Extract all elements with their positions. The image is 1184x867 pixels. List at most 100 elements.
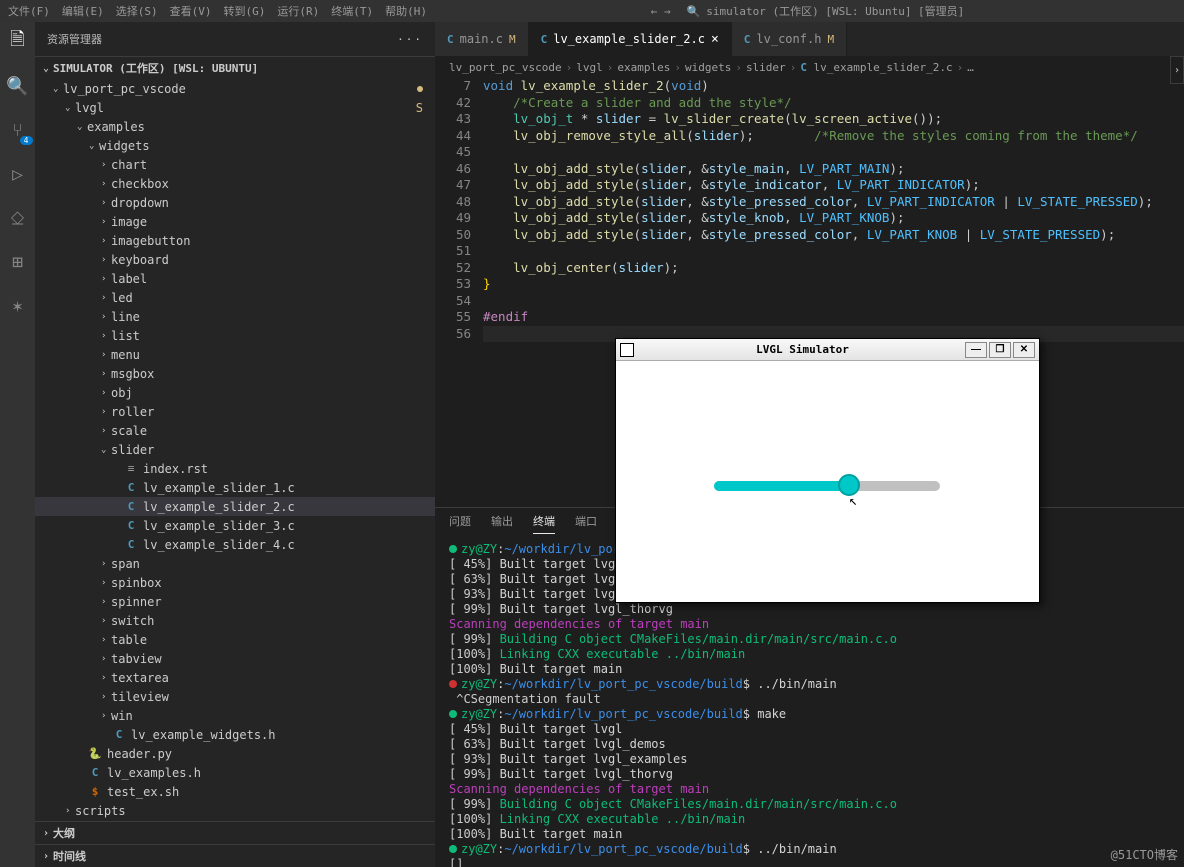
menu-item[interactable]: 查看(V) [170,5,212,18]
close-icon[interactable]: × [711,32,719,47]
tree-item[interactable]: ›keyboard [35,250,435,269]
run-debug-icon[interactable]: ▷ [6,162,30,186]
tree-label: switch [111,614,154,628]
chevron-icon: › [101,198,111,208]
tree-label: scripts [75,804,126,818]
tree-item[interactable]: Clv_example_slider_3.c [35,516,435,535]
breadcrumb-item[interactable]: slider [746,61,786,74]
tree-item[interactable]: Clv_example_widgets.h [35,725,435,744]
panel-tab[interactable]: 终端 [533,513,555,534]
tree-item[interactable]: ⌄widgets [35,136,435,155]
tree-item[interactable]: ⌄lv_port_pc_vscode [35,79,435,98]
breadcrumb[interactable]: lv_port_pc_vscode›lvgl›examples›widgets›… [435,56,1184,78]
tree-item[interactable]: ›tileview [35,687,435,706]
tree-label: keyboard [111,253,169,267]
tree-item[interactable]: ›dropdown [35,193,435,212]
menu-item[interactable]: 转到(G) [224,5,266,18]
panel-tab[interactable]: 端口 [575,513,597,533]
editor-tab[interactable]: Clv_conf.hM [732,22,847,56]
minimize-button[interactable]: — [965,342,987,358]
source-control-icon[interactable]: ⑂4 [6,118,30,142]
sidebar-section[interactable]: ⌄ SIMULATOR (工作区) [WSL: UBUNTU] [35,56,435,79]
chevron-icon: ⌄ [101,445,111,455]
sidebar-section[interactable]: ›大纲 [35,821,435,844]
maximize-button[interactable]: ❐ [989,342,1011,358]
tree-label: widgets [99,139,150,153]
testing-icon[interactable]: ✶ [6,294,30,318]
tree-item[interactable]: Clv_examples.h [35,763,435,782]
tree-item[interactable]: ›image [35,212,435,231]
terminal-line: ^CSegmentation fault [449,692,1170,707]
tree-item[interactable]: ›msgbox [35,364,435,383]
tree-item[interactable]: ≡index.rst [35,459,435,478]
tree-label: tileview [111,690,169,704]
tree-item[interactable]: $test_ex.sh [35,782,435,801]
tree-item[interactable]: ›imagebutton [35,231,435,250]
tree-item[interactable]: ›switch [35,611,435,630]
tree-item[interactable]: ›led [35,288,435,307]
menu-item[interactable]: 帮助(H) [385,5,427,18]
tree-item[interactable]: ›list [35,326,435,345]
search-icon[interactable]: 🔍 [6,74,30,98]
menu-item[interactable]: 选择(S) [116,5,158,18]
tree-item[interactable]: 🐍header.py [35,744,435,763]
simulator-window[interactable]: LVGL Simulator — ❐ ✕ ↖ [615,338,1040,603]
tree-item[interactable]: ⌄lvglS [35,98,435,117]
terminal-line: [ 99%] Built target lvgl_thorvg [449,767,1170,782]
breadcrumb-item[interactable]: C lv_example_slider_2.c [800,61,952,74]
tree-item[interactable]: ›scale [35,421,435,440]
tree-label: span [111,557,140,571]
tree-item[interactable]: ›label [35,269,435,288]
panel-tab[interactable]: 问题 [449,513,471,533]
tree-item[interactable]: ›chart [35,155,435,174]
tree-item[interactable]: ›scripts [35,801,435,820]
breadcrumb-item[interactable]: examples [617,61,670,74]
tree-item[interactable]: ›spinner [35,592,435,611]
tree-label: lvgl [75,101,104,115]
tree-item[interactable]: ›menu [35,345,435,364]
explorer-icon[interactable]: 🗎 [6,30,30,54]
breadcrumb-item[interactable]: … [967,61,974,74]
tree-item[interactable]: ›line [35,307,435,326]
tree-item[interactable]: ›textarea [35,668,435,687]
tree-item[interactable]: ›table [35,630,435,649]
tree-item[interactable]: ›tabview [35,649,435,668]
menu-item[interactable]: 文件(F) [8,5,50,18]
remote-icon[interactable]: ⎐ [6,206,30,230]
extensions-icon[interactable]: ⊞ [6,250,30,274]
tree-item[interactable]: ›span [35,554,435,573]
cursor-icon: ↖ [849,493,857,509]
editor-tab[interactable]: Clv_example_slider_2.c× [529,22,732,56]
command-center[interactable]: simulator (工作区) [WSL: Ubuntu] [管理员] [706,3,964,19]
tree-item[interactable]: ⌄examples [35,117,435,136]
menu-item[interactable]: 运行(R) [277,5,319,18]
panel-tab[interactable]: 输出 [491,513,513,533]
nav-back-forward[interactable]: ← → [651,5,671,18]
tree-item[interactable]: Clv_example_slider_1.c [35,478,435,497]
editor-tab[interactable]: Cmain.cM [435,22,529,56]
chevron-icon: › [101,692,111,702]
tree-item[interactable]: ›obj [35,383,435,402]
tree-item[interactable]: Clv_example_slider_4.c [35,535,435,554]
tree-item[interactable]: ›checkbox [35,174,435,193]
close-button[interactable]: ✕ [1013,342,1035,358]
breadcrumb-item[interactable]: lvgl [576,61,603,74]
search-icon: 🔍 [687,5,701,18]
terminal-line: zy@ZY:~/workdir/lv_port_pc_vscode/build$… [449,707,1170,722]
tree-item[interactable]: ›spinbox [35,573,435,592]
tree-label: tabview [111,652,162,666]
menu-item[interactable]: 编辑(E) [62,5,104,18]
tree-label: lv_example_slider_2.c [143,500,295,514]
terminal-line: Scanning dependencies of target main [449,617,1170,632]
expand-chevron-icon[interactable]: › [1170,56,1184,84]
tree-item[interactable]: ⌄slider [35,440,435,459]
simulator-titlebar[interactable]: LVGL Simulator — ❐ ✕ [616,339,1039,361]
breadcrumb-item[interactable]: lv_port_pc_vscode [449,61,562,74]
tree-item[interactable]: ›roller [35,402,435,421]
sidebar-section[interactable]: ›时间线 [35,844,435,867]
more-icon[interactable]: ··· [397,33,423,46]
tree-item[interactable]: ›win [35,706,435,725]
tree-item[interactable]: Clv_example_slider_2.c [35,497,435,516]
menu-item[interactable]: 终端(T) [331,5,373,18]
breadcrumb-item[interactable]: widgets [685,61,731,74]
